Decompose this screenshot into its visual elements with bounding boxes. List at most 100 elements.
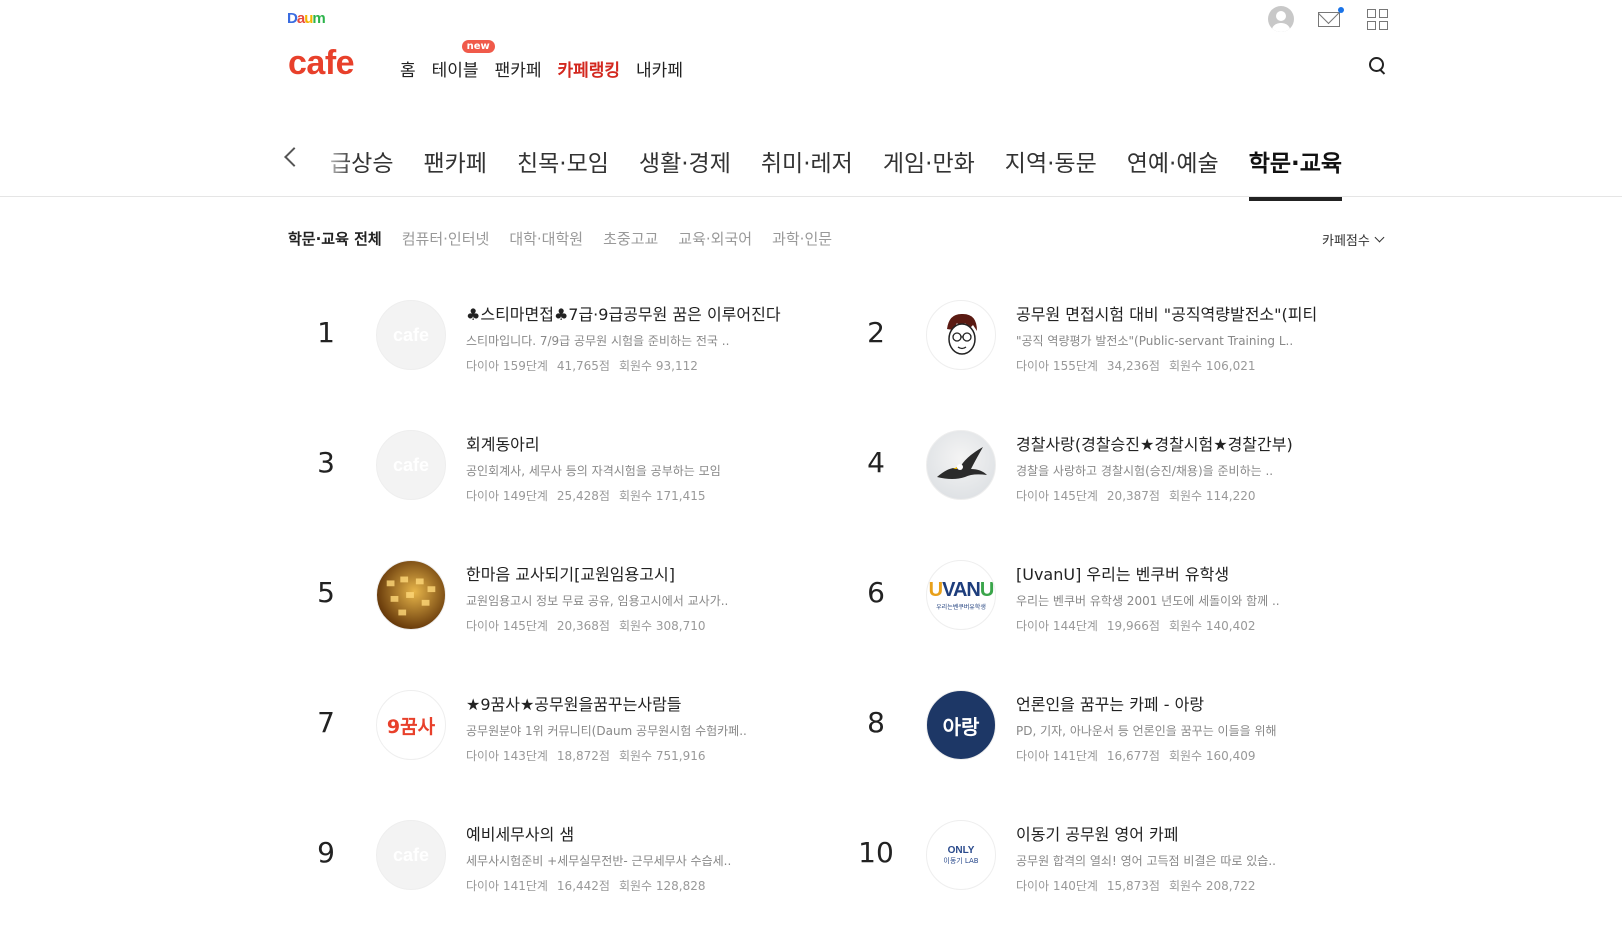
cafe-members: 회원수 93,112 [618, 359, 698, 373]
category-tab[interactable]: 게임·만화 [868, 144, 990, 194]
search-icon[interactable] [1369, 57, 1387, 75]
cafe-logo[interactable]: cafe [288, 44, 355, 83]
mail-icon[interactable] [1316, 6, 1344, 32]
ranking-item[interactable]: 6 UVANU 우리는벤쿠버유학생 [UvanU] 우리는 벤쿠버 유학생 우리… [838, 558, 1388, 633]
category-tab[interactable]: 친목·모임 [502, 144, 624, 194]
cafe-thumbnail[interactable]: ONLY 이동기 LAB [926, 820, 996, 890]
default-cafe-logo: cafe [392, 844, 430, 865]
cafe-level: 다이아 145단계 [1016, 489, 1098, 503]
category-tab[interactable]: 연예·예술 [1112, 144, 1234, 194]
cafe-thumbnail[interactable] [926, 300, 996, 370]
cafe-description: "공직 역량평가 발전소"(Public-servant Training L.… [1016, 334, 1294, 348]
eagle-icon [937, 447, 987, 479]
cafe-title[interactable]: 공무원 면접시험 대비 "공직역량발전소"(피티 [1016, 301, 1346, 325]
cafe-title[interactable]: 한마음 교사되기[교원임용고시] [466, 561, 796, 585]
nav-home[interactable]: 홈 [400, 56, 416, 81]
category-tabs: 급상승 팬카페 친목·모임 생활·경제 취미·레저 게임·만화 지역·동문 연예… [0, 130, 1622, 201]
cafe-title[interactable]: 회계동아리 [466, 431, 796, 455]
cafe-level: 다이아 144단계 [1016, 619, 1098, 633]
cafe-score: 15,873점 [1106, 879, 1160, 893]
rank-number: 1 [317, 316, 335, 349]
category-tab[interactable]: 팬카페 [408, 144, 501, 194]
rank-number: 8 [867, 706, 885, 739]
cafe-score: 19,966점 [1106, 619, 1160, 633]
ranking-item[interactable]: 9 cafe 예비세무사의 샘 세무사시험준비 +세무실무전반- 근무세무사 수… [288, 818, 838, 893]
cafe-level: 다이아 143단계 [466, 749, 548, 763]
cafe-score: 16,677점 [1106, 749, 1160, 763]
ranking-item[interactable]: 10 ONLY 이동기 LAB 이동기 공무원 영어 카페 공무원 합격의 열쇠… [838, 818, 1388, 893]
rank-number: 2 [867, 316, 885, 349]
sub-tabs: 학문·교육 전체 컴퓨터·인터넷 대학·대학원 초중고교 교육·외국어 과학·인… [288, 228, 832, 249]
rank-number: 5 [317, 576, 335, 609]
nav-table[interactable]: 테이블 new [431, 40, 495, 81]
sub-tab[interactable]: 교육·외국어 [678, 228, 752, 249]
cafe-title[interactable]: ★9꿈사★공무원을꿈꾸는사람들 [466, 691, 796, 715]
rank-number: 10 [858, 836, 894, 869]
cafe-description: 공무원 합격의 열쇠! 영어 고득점 비결은 따로 있습.. [1016, 854, 1276, 868]
category-list: 급상승 팬카페 친목·모임 생활·경제 취미·레저 게임·만화 지역·동문 연예… [330, 144, 1357, 201]
cafe-title[interactable]: 언론인을 꿈꾸는 카페 - 아랑 [1016, 691, 1346, 715]
chevron-left-icon[interactable] [284, 147, 304, 167]
cafe-thumbnail[interactable] [376, 560, 446, 630]
cafe-level: 다이아 155단계 [1016, 359, 1098, 373]
uvan-logo: UVANU [928, 579, 995, 601]
category-tab[interactable]: 지역·동문 [990, 144, 1112, 194]
sub-tab-active[interactable]: 학문·교육 전체 [288, 228, 382, 249]
cafe-title[interactable]: ♣스티마면접♣7급·9급공무원 꿈은 이루어진다 [466, 301, 796, 325]
cafe-score: 41,765점 [556, 359, 610, 373]
category-tab[interactable]: 생활·경제 [624, 144, 746, 194]
cafe-level: 다이아 159단계 [466, 359, 548, 373]
ranking-item[interactable]: 2 공무원 면접시험 대비 "공직역량발전소"(피티 "공직 역량평가 발전소"… [838, 298, 1388, 373]
cafe-score: 18,872점 [556, 749, 610, 763]
ranking-item[interactable]: 5 한마음 교사되기[교원임용고시] 교원임용고시 정보 무료 공유, 임용고시… [288, 558, 838, 633]
rank-number: 9 [317, 836, 335, 869]
sort-dropdown[interactable]: 카페점수 [1322, 230, 1385, 249]
cafe-score: 20,368점 [556, 619, 610, 633]
category-tab[interactable]: 취미·레저 [746, 144, 868, 194]
ranking-list: 1 cafe ♣스티마면접♣7급·9급공무원 꿈은 이루어진다 스티마입니다. … [288, 298, 1388, 893]
cafe-thumbnail[interactable]: cafe [376, 820, 446, 890]
nav-my-cafe[interactable]: 내카페 [636, 56, 683, 81]
main-nav: 홈 테이블 new 팬카페 카페랭킹 내카페 [400, 40, 683, 81]
cafe-thumbnail[interactable]: cafe [376, 300, 446, 370]
arang-logo: 아랑 [942, 714, 980, 739]
sub-tab[interactable]: 초중고교 [603, 228, 658, 249]
profile-icon[interactable] [1268, 6, 1294, 32]
cafe-members: 회원수 106,021 [1168, 359, 1256, 373]
ranking-item[interactable]: 3 cafe 회계동아리 공인회계사, 세무사 등의 자격시험을 공부하는 모임… [288, 428, 838, 503]
cafe-title[interactable]: 이동기 공무원 영어 카페 [1016, 821, 1346, 845]
default-cafe-logo: cafe [392, 324, 430, 345]
nav-table-label: 테이블 [431, 61, 479, 81]
cafe-level: 다이아 149단계 [466, 489, 548, 503]
classroom-photo-icon [386, 576, 436, 616]
sub-tab[interactable]: 컴퓨터·인터넷 [402, 228, 490, 249]
cafe-title[interactable]: 예비세무사의 샘 [466, 821, 796, 845]
uvan-subtitle: 우리는벤쿠버유학생 [936, 604, 986, 611]
cafe-thumbnail[interactable]: UVANU 우리는벤쿠버유학생 [926, 560, 996, 630]
nav-cafe-ranking[interactable]: 카페랭킹 [557, 56, 620, 81]
daum-logo[interactable]: Daum [287, 10, 326, 27]
cafe-thumbnail[interactable]: 아랑 [926, 690, 996, 760]
cafe-title[interactable]: 경찰사랑(경찰승진★경찰시험★경찰간부) [1016, 431, 1346, 455]
ranking-item[interactable]: 8 아랑 언론인을 꿈꾸는 카페 - 아랑 PD, 기자, 아나운서 등 언론인… [838, 688, 1388, 763]
cafe-thumbnail[interactable] [926, 430, 996, 500]
sub-tab[interactable]: 과학·인문 [772, 228, 832, 249]
cartoon-face-icon [947, 313, 977, 355]
cafe-thumbnail[interactable]: 9꿈사 [376, 690, 446, 760]
cafe-level: 다이아 141단계 [466, 879, 548, 893]
apps-icon[interactable] [1364, 6, 1390, 32]
ranking-item[interactable]: 7 9꿈사 ★9꿈사★공무원을꿈꾸는사람들 공무원분야 1위 커뮤니티(Daum… [288, 688, 838, 763]
cafe-thumbnail[interactable]: cafe [376, 430, 446, 500]
cafe-title[interactable]: [UvanU] 우리는 벤쿠버 유학생 [1016, 561, 1346, 585]
category-tab-active[interactable]: 학문·교육 [1234, 144, 1357, 201]
sub-tab[interactable]: 대학·대학원 [509, 228, 583, 249]
cafe-members: 회원수 114,220 [1168, 489, 1256, 503]
daum-logo-letter: m [312, 10, 325, 27]
cafe-description: 공무원분야 1위 커뮤니티(Daum 공무원시험 수험카페.. [466, 724, 747, 738]
nav-fancafe[interactable]: 팬카페 [495, 56, 542, 81]
cafe-members: 회원수 128,828 [618, 879, 706, 893]
notification-dot [1338, 7, 1344, 13]
ranking-item[interactable]: 1 cafe ♣스티마면접♣7급·9급공무원 꿈은 이루어진다 스티마입니다. … [288, 298, 838, 373]
ranking-item[interactable]: 4 경찰사랑(경찰승진★경찰시험★경찰간부) 경찰을 사랑하고 경찰시험(승진/… [838, 428, 1388, 503]
rank-number: 7 [317, 706, 335, 739]
